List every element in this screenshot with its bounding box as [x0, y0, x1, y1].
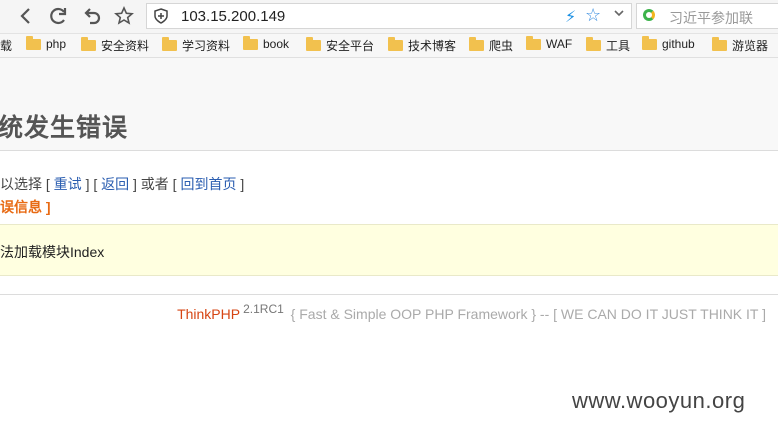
framework-footer: ThinkPHP 2.1RC1 { Fast & Simple OOP PHP F… [177, 302, 766, 322]
bookmark-folder[interactable]: 工具 [586, 37, 630, 54]
search-engine-icon [643, 9, 655, 21]
bookmark-label: php [46, 37, 67, 51]
divider [0, 294, 778, 295]
page-title: 统发生错误 [0, 114, 129, 142]
footer-version: 2.1RC1 [243, 302, 284, 316]
folder-icon [26, 35, 41, 50]
bookmark-label: 安全资料 [101, 39, 150, 53]
bookmark-folder[interactable]: WAF [526, 35, 573, 51]
options-separator: ] 或者 [ [133, 176, 177, 192]
home-link[interactable]: 回到首页 [180, 176, 236, 192]
folder-icon [162, 37, 177, 51]
watermark: www.wooyun.org [572, 388, 746, 413]
error-message: 法加载模块Index [0, 244, 105, 260]
retry-link[interactable]: 重试 [54, 176, 82, 192]
url-text[interactable]: 103.15.200.149 [181, 8, 285, 25]
bookmarks-bar: 载 php 安全资料 学习资料 book 安全平台 技术博客 爬虫 WAF 工具… [0, 34, 778, 58]
refresh-icon[interactable] [46, 4, 70, 28]
bookmark-item[interactable]: 载 [0, 37, 12, 54]
folder-icon [526, 35, 541, 50]
bookmark-label: WAF [546, 37, 573, 51]
error-message-box: 法加载模块Index [0, 224, 778, 276]
bookmark-folder[interactable]: github [642, 35, 695, 51]
bookmark-folder[interactable]: book [243, 35, 290, 51]
bookmark-label: 学习资料 [182, 39, 231, 53]
footer-tagline: { Fast & Simple OOP PHP Framework } -- [… [290, 306, 766, 322]
bookmark-folder[interactable]: 技术博客 [388, 37, 456, 54]
options-end: ] [240, 176, 245, 192]
folder-icon [712, 37, 727, 51]
lightning-icon[interactable]: ⚡ [565, 7, 576, 27]
bookmark-folder[interactable]: 爬虫 [469, 37, 513, 54]
chevron-down-icon[interactable] [613, 7, 625, 22]
search-input[interactable]: 习近平参加联 [669, 8, 753, 28]
folder-icon [642, 35, 657, 50]
back-link[interactable]: 返回 [101, 176, 129, 192]
search-box[interactable]: 习近平参加联 [636, 3, 778, 29]
bookmark-folder[interactable]: 安全平台 [306, 37, 374, 54]
bookmark-label: 安全平台 [326, 39, 375, 53]
footer-brand[interactable]: ThinkPHP [177, 306, 240, 322]
error-header: 统发生错误 [0, 58, 778, 151]
address-bar[interactable]: 103.15.200.149 ⚡ ☆ [146, 3, 632, 29]
undo-icon[interactable] [80, 4, 104, 28]
security-shield-icon [153, 8, 169, 24]
folder-icon [586, 37, 601, 51]
bookmark-folder[interactable]: php [26, 35, 67, 51]
folder-icon [81, 37, 96, 51]
back-icon[interactable] [14, 4, 38, 28]
bookmark-label: 工具 [606, 39, 631, 53]
page-content: 统发生错误 以选择 [ 重试 ] [ 返回 ] 或者 [ 回到首页 ] 误信息 … [0, 58, 778, 430]
bookmark-folder[interactable]: 游览器 [712, 37, 768, 54]
browser-toolbar: 103.15.200.149 ⚡ ☆ 习近平参加联 [0, 0, 778, 34]
bookmark-label: 游览器 [732, 39, 769, 53]
error-options: 以选择 [ 重试 ] [ 返回 ] 或者 [ 回到首页 ] [0, 174, 244, 194]
favorite-star-icon[interactable] [112, 4, 136, 28]
options-separator: ] [ [85, 176, 98, 192]
folder-icon [469, 37, 484, 51]
bookmark-star-icon[interactable]: ☆ [585, 5, 601, 26]
options-prefix: 以选择 [ [0, 176, 50, 192]
bookmark-folder[interactable]: 学习资料 [162, 37, 230, 54]
error-info-heading: 误信息 ] [0, 199, 51, 215]
bookmark-label: github [662, 37, 695, 51]
bookmark-label: 技术博客 [408, 39, 457, 53]
bookmark-label: 爬虫 [489, 39, 514, 53]
folder-icon [243, 35, 258, 50]
bookmark-folder[interactable]: 安全资料 [81, 37, 149, 54]
folder-icon [306, 37, 321, 51]
folder-icon [388, 37, 403, 51]
bookmark-label: book [263, 37, 290, 51]
bookmark-label: 载 [0, 39, 13, 53]
